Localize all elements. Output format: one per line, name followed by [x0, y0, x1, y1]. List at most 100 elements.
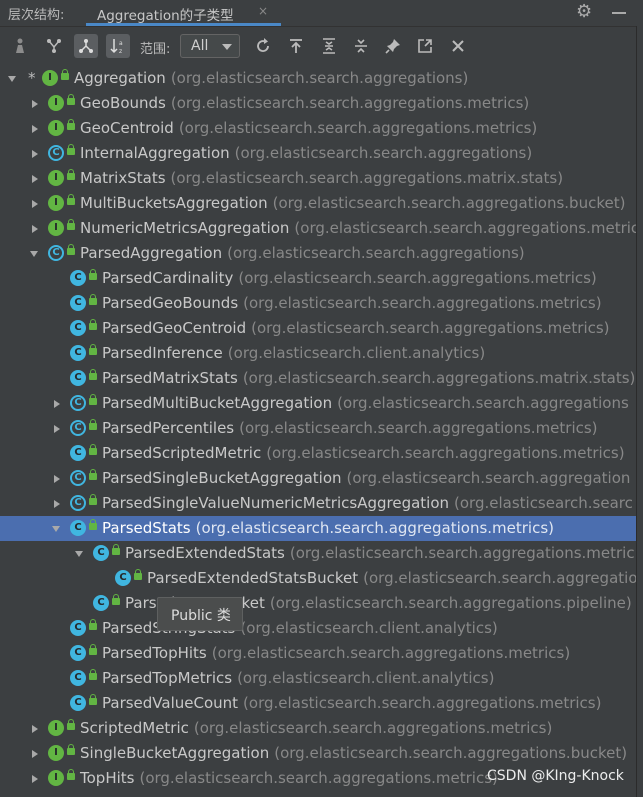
sort-az-icon: az	[110, 39, 123, 54]
type-name: GeoBounds	[80, 94, 166, 112]
package-name: (org.elasticsearch.search.aggregations.p…	[269, 594, 632, 612]
tree-row[interactable]: I MultiBucketsAggregation (org.elasticsear…	[0, 191, 636, 216]
interface-icon: I	[48, 745, 64, 761]
tree-item-label: GeoBounds (org.elasticsearch.search.aggre…	[80, 94, 529, 112]
type-name: ParsedTopMetrics	[102, 669, 233, 687]
tree-item-label: ParsedPercentiles (org.elasticsearch.sear…	[102, 419, 598, 437]
tree-row[interactable]: C ParsedGeoCentroid (org.elasticsearch.sea…	[0, 316, 636, 341]
chevron-right-icon[interactable]	[32, 175, 38, 183]
pin-button[interactable]	[381, 34, 405, 58]
tree-row[interactable]: C ParsedSingleBucketAggregation (org.elast…	[0, 466, 636, 491]
minus-icon[interactable]	[612, 1, 626, 21]
tree-row[interactable]: I MatrixStats (org.elasticsearch.search.ag…	[0, 166, 636, 191]
branch-down-icon	[47, 39, 61, 53]
tree-row[interactable]: C ParsedTopMetrics (org.elasticsearch.clie…	[0, 666, 636, 691]
abstract-class-icon: C	[70, 395, 86, 411]
type-name: ParsedSingleBucketAggregation	[102, 469, 342, 487]
chevron-right-icon[interactable]	[32, 125, 38, 133]
open-icon	[418, 39, 432, 53]
package-name: (org.elasticsearch.search.aggregations.m…	[243, 294, 602, 312]
package-name: (org.elasticsearch.search.aggregations.m…	[170, 169, 564, 187]
chevron-right-icon[interactable]	[54, 400, 60, 408]
tree-row[interactable]: C ParsedCardinality (org.elasticsearch.sea…	[0, 266, 636, 291]
class-hierarchy-button[interactable]	[74, 34, 98, 58]
chevron-right-icon[interactable]	[54, 475, 60, 483]
tree-row[interactable]: C ParsedTopHits (org.elasticsearch.search.…	[0, 641, 636, 666]
chevron-right-icon[interactable]	[32, 100, 38, 108]
tree-row[interactable]: C ParsedAggregation (org.elasticsearch.sea…	[0, 241, 636, 266]
type-name: ParsedMultiBucketAggregation	[102, 394, 333, 412]
tree-row[interactable]: * I Aggregation (org.elasticsearch.search.a…	[0, 66, 636, 91]
public-lock-icon	[89, 319, 97, 330]
chevron-down-icon[interactable]	[52, 526, 60, 532]
tab-close-icon[interactable]: ×	[258, 4, 268, 18]
sort-alphabetically-button[interactable]: az	[106, 34, 130, 58]
tree-row[interactable]: C ParsedPercentiles (org.elasticsearch.sea…	[0, 416, 636, 441]
tree-row[interactable]: CParsedStringStats(org.elasticsearch.cli…	[0, 616, 636, 641]
class-icon: C	[70, 695, 86, 711]
tree-row[interactable]: CParsedStatsBucket(org.elasticsearch.sea…	[0, 591, 636, 616]
subtypes-hierarchy-button[interactable]	[42, 34, 66, 58]
chevron-right-icon[interactable]	[32, 775, 38, 783]
abstract-class-icon: C	[48, 145, 64, 161]
gear-icon[interactable]: ⚙	[576, 1, 592, 22]
tree-row[interactable]: C ParsedSingleValueNumericMetricsAggregat…	[0, 491, 636, 516]
chevron-right-icon[interactable]	[32, 150, 38, 158]
tree-row[interactable]: C ParsedMultiBucketAggregation (org.elasti…	[0, 391, 636, 416]
tree-item-label: ParsedSingleValueNumericMetricsAggregati…	[102, 494, 633, 512]
public-lock-icon	[112, 544, 120, 555]
tree-row[interactable]: C ParsedStats (org.elasticsearch.search.ag…	[0, 516, 636, 541]
close-button[interactable]	[446, 34, 470, 58]
tree-item-label: GeoCentroid (org.elasticsearch.search.agg…	[80, 119, 537, 137]
tree-row[interactable]: I ScriptedMetric (org.elasticsearch.search…	[0, 716, 636, 741]
tree-item-label: MultiBucketsAggregation (org.elasticsearc…	[80, 194, 625, 212]
chevron-right-icon[interactable]	[32, 200, 38, 208]
open-in-editor-button[interactable]	[413, 34, 437, 58]
public-lock-icon	[89, 494, 97, 505]
tree-row[interactable]: C InternalAggregation (org.elasticsearch.s…	[0, 141, 636, 166]
tree-row[interactable]: C ParsedMatrixStats (org.elasticsearch.sea…	[0, 366, 636, 391]
public-lock-icon	[89, 344, 97, 355]
public-lock-icon	[89, 644, 97, 655]
expand-all-button[interactable]	[317, 34, 341, 58]
tree-item-label: ParsedScriptedMetric (org.elasticsearch.s…	[102, 444, 625, 462]
tree-row[interactable]: I GeoCentroid (org.elasticsearch.search.ag…	[0, 116, 636, 141]
tree-item-label: ParsedMatrixStats (org.elasticsearch.sear…	[102, 369, 635, 387]
tree-item-label: InternalAggregation (org.elasticsearch.se…	[80, 144, 532, 162]
tree-row[interactable]: C ParsedExtendedStatsBucket (org.elasticse…	[0, 566, 636, 591]
tree-item-label: ParsedExtendedStatsBucket (org.elasticsea…	[147, 569, 636, 587]
tree-row[interactable]: I GeoBounds (org.elasticsearch.search.aggr…	[0, 91, 636, 116]
class-icon: C	[70, 295, 86, 311]
tree-item-label: SingleBucketAggregation (org.elasticsearc…	[80, 744, 627, 762]
public-lock-icon	[67, 169, 75, 180]
chevron-right-icon[interactable]	[32, 225, 38, 233]
tree-row[interactable]: C ParsedInference (org.elasticsearch.clien…	[0, 341, 636, 366]
chevron-right-icon[interactable]	[54, 425, 60, 433]
refresh-button[interactable]	[251, 34, 275, 58]
chevron-down-icon[interactable]	[30, 251, 38, 257]
public-lock-icon	[67, 119, 75, 130]
export-button[interactable]	[284, 34, 308, 58]
collapse-all-button[interactable]	[349, 34, 373, 58]
type-name: ParsedSingleValueNumericMetricsAggregati…	[102, 494, 450, 512]
tree-row[interactable]: C ParsedGeoBounds (org.elasticsearch.searc…	[0, 291, 636, 316]
tab-aggregation-subtypes[interactable]: Aggregation的子类型 ×	[86, 0, 281, 26]
tree-row[interactable]: C ParsedScriptedMetric (org.elasticsearch.…	[0, 441, 636, 466]
chevron-down-icon[interactable]	[8, 76, 16, 82]
tree-item-label: ParsedSingleBucketAggregation (org.elasti…	[102, 469, 630, 487]
tree-row[interactable]: I SingleBucketAggregation (org.elasticsear…	[0, 741, 636, 766]
type-name: NumericMetricsAggregation	[80, 219, 290, 237]
tree-row[interactable]: C ParsedValueCount (org.elasticsearch.sear…	[0, 691, 636, 716]
chevron-right-icon[interactable]	[32, 725, 38, 733]
scope-dropdown[interactable]: All	[180, 34, 240, 58]
class-icon: C	[70, 370, 86, 386]
tree-row[interactable]: C ParsedExtendedStats (org.elasticsearch.s…	[0, 541, 636, 566]
chevron-right-icon[interactable]	[54, 500, 60, 508]
chevron-right-icon[interactable]	[32, 750, 38, 758]
abstract-class-icon: C	[70, 495, 86, 511]
chevron-down-icon[interactable]	[75, 551, 83, 557]
supertypes-hierarchy-button[interactable]	[8, 34, 32, 58]
class-icon: C	[70, 445, 86, 461]
package-name: (org.elasticsearch.client.analytics)	[227, 344, 486, 362]
tree-row[interactable]: I NumericMetricsAggregation (org.elasticse…	[0, 216, 636, 241]
